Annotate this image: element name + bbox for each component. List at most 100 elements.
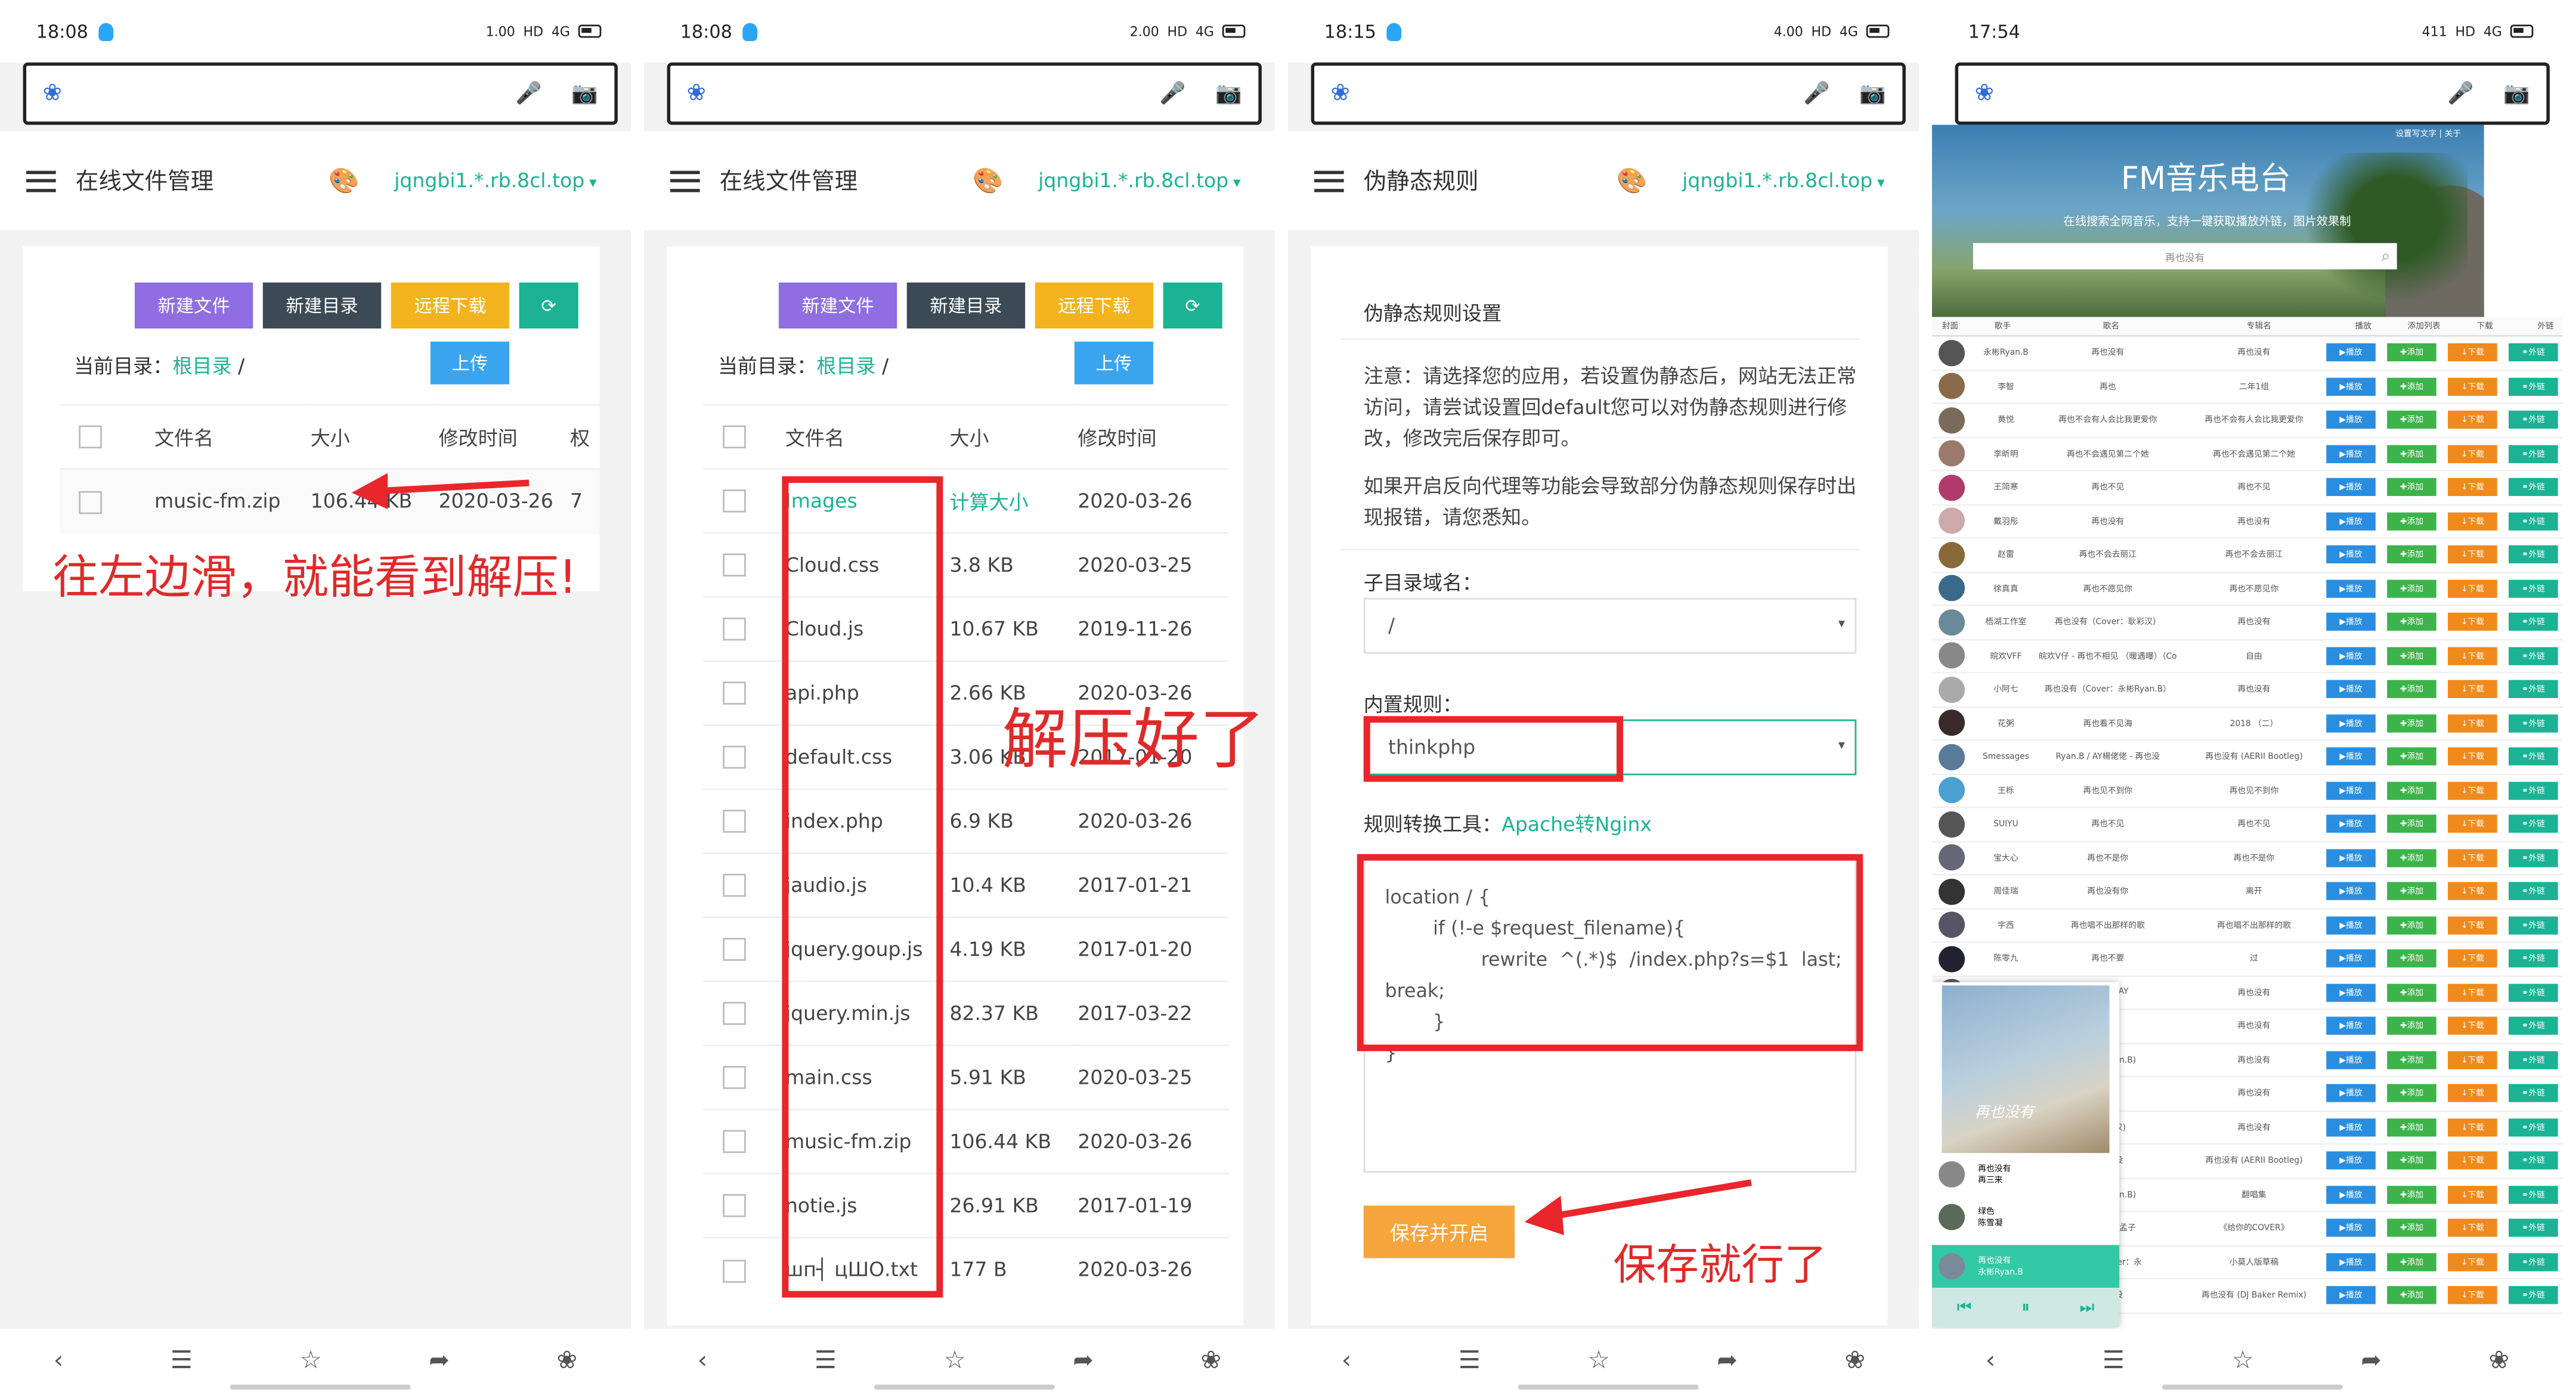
link-button[interactable]: ⚭外链 xyxy=(2509,748,2558,766)
address-bar[interactable]: ❀ 🎤 📷 xyxy=(667,62,1262,125)
mic-icon[interactable]: 🎤 xyxy=(515,81,542,106)
save-and-enable-button[interactable]: 保存并开启 xyxy=(1363,1205,1515,1258)
row-checkbox[interactable] xyxy=(723,1066,746,1090)
dl-button[interactable]: ↓下载 xyxy=(2448,1084,2497,1103)
dl-button[interactable]: ↓下载 xyxy=(2448,815,2497,833)
play-button[interactable]: ▶播放 xyxy=(2326,545,2376,564)
link-button[interactable]: ⚭外链 xyxy=(2509,950,2558,968)
dl-button[interactable]: ↓下载 xyxy=(2448,545,2497,564)
add-button[interactable]: ✚添加 xyxy=(2387,680,2436,699)
add-button[interactable]: ✚添加 xyxy=(2387,983,2436,1002)
play-button[interactable]: ▶播放 xyxy=(2326,377,2376,396)
row-checkbox[interactable] xyxy=(723,1194,746,1218)
link-button[interactable]: ⚭外链 xyxy=(2509,714,2558,733)
dl-button[interactable]: ↓下载 xyxy=(2448,512,2497,531)
dl-button[interactable]: ↓下载 xyxy=(2448,343,2497,362)
dl-button[interactable]: ↓下载 xyxy=(2448,1152,2497,1170)
song-row[interactable]: 赵雷 再也不会去丽江 再也不会去丽江 ▶播放 ✚添加 ↓下载 ⚭外链 xyxy=(1931,538,2563,573)
link-button[interactable]: ⚭外链 xyxy=(2509,1286,2558,1305)
link-button[interactable]: ⚭外链 xyxy=(2509,1017,2558,1036)
song-row[interactable]: 宝大心 再也不是你 再也不是你 ▶播放 ✚添加 ↓下载 ⚭外链 xyxy=(1931,841,2563,876)
add-button[interactable]: ✚添加 xyxy=(2387,411,2436,429)
dl-button[interactable]: ↓下载 xyxy=(2448,983,2497,1002)
dl-button[interactable]: ↓下载 xyxy=(2448,1118,2497,1136)
song-row[interactable]: 陈零九 再也不要 过 ▶播放 ✚添加 ↓下载 ⚭外链 xyxy=(1931,943,2563,976)
select-all-checkbox[interactable] xyxy=(79,426,102,449)
add-button[interactable]: ✚添加 xyxy=(2387,1286,2436,1305)
play-button[interactable]: ▶播放 xyxy=(2326,613,2376,631)
link-button[interactable]: ⚭外链 xyxy=(2509,377,2558,396)
play-button[interactable]: ▶播放 xyxy=(2326,781,2376,800)
row-checkbox[interactable] xyxy=(723,874,746,897)
root-link[interactable]: 根目录 xyxy=(816,355,875,378)
top-links[interactable]: 设置写文字 | 关于 xyxy=(2395,128,2461,140)
song-row[interactable]: 小阿七 再也没有（Cover：永彬Ryan.B） 再也没有 ▶播放 ✚添加 ↓下载 ⚭外链 xyxy=(1931,673,2563,708)
root-link[interactable]: 根目录 xyxy=(172,355,231,378)
play-button[interactable]: ▶播放 xyxy=(2326,714,2376,733)
add-button[interactable]: ✚添加 xyxy=(2387,579,2436,598)
dl-button[interactable]: ↓下载 xyxy=(2448,1219,2497,1238)
now-playing-item[interactable]: 再也没有 永彬Ryan.B xyxy=(1931,1245,2120,1288)
link-button[interactable]: ⚭外链 xyxy=(2509,1152,2558,1170)
dl-button[interactable]: ↓下载 xyxy=(2448,1286,2497,1305)
link-button[interactable]: ⚭外链 xyxy=(2509,343,2558,362)
play-button[interactable]: ▶播放 xyxy=(2326,1050,2376,1069)
new-file-button[interactable]: 新建文件 xyxy=(134,282,253,329)
remote-download-button[interactable]: 远程下载 xyxy=(1035,282,1154,329)
upload-button[interactable]: 上传 xyxy=(430,342,510,385)
song-row[interactable]: Smessages Ryan.B / AY楊佬佬 - 再也没 再也没有 (AERII… xyxy=(1931,740,2563,775)
fm-search-input[interactable]: 再也没有 ⌕ xyxy=(1973,243,2397,269)
playlist-item[interactable]: 再也没有 再三来 xyxy=(1932,1153,2119,1196)
add-button[interactable]: ✚添加 xyxy=(2387,815,2436,833)
add-button[interactable]: ✚添加 xyxy=(2387,1017,2436,1036)
dl-button[interactable]: ↓下载 xyxy=(2448,646,2497,665)
select-all-checkbox[interactable] xyxy=(723,426,746,449)
song-row[interactable]: 李昕明 再也不会遇见第二个她 再也不会遇见第二个她 ▶播放 ✚添加 ↓下载 ⚭外链 xyxy=(1931,438,2563,472)
song-row[interactable]: 黄悦 再也不会有人会比我更爱你 再也不会有人会比我更爱你 ▶播放 ✚添加 ↓下载 ⚭外链 xyxy=(1931,404,2563,438)
play-button[interactable]: ▶播放 xyxy=(2326,1084,2376,1103)
dl-button[interactable]: ↓下载 xyxy=(2448,1017,2497,1036)
song-row[interactable]: 宇西 再也唱不出那样的歌 再也唱不出那样的歌 ▶播放 ✚添加 ↓下载 ⚭外链 xyxy=(1931,909,2563,943)
song-row[interactable]: 戴羽彤 再也没有 再也没有 ▶播放 ✚添加 ↓下载 ⚭外链 xyxy=(1931,505,2563,539)
play-button[interactable]: ▶播放 xyxy=(2326,815,2376,833)
link-button[interactable]: ⚭外链 xyxy=(2509,1050,2558,1069)
add-button[interactable]: ✚添加 xyxy=(2387,377,2436,396)
domain-dropdown[interactable]: jqngbi1.*.rb.8cl.top xyxy=(394,169,596,193)
menu-icon[interactable]: ☰ xyxy=(1459,1345,1481,1375)
menu-icon[interactable] xyxy=(26,170,56,191)
mic-icon[interactable]: 🎤 xyxy=(2447,81,2474,106)
add-button[interactable]: ✚添加 xyxy=(2387,1050,2436,1069)
dl-button[interactable]: ↓下载 xyxy=(2448,1050,2497,1069)
row-checkbox[interactable] xyxy=(723,618,746,641)
camera-icon[interactable]: 📷 xyxy=(1859,81,1886,106)
back-icon[interactable]: ‹ xyxy=(1986,1345,1996,1375)
link-button[interactable]: ⚭外链 xyxy=(2509,848,2558,867)
link-button[interactable]: ⚭外链 xyxy=(2509,646,2558,665)
play-button[interactable]: ▶播放 xyxy=(2326,1017,2376,1036)
address-bar[interactable]: ❀ 🎤 📷 xyxy=(23,62,618,125)
play-button[interactable]: ▶播放 xyxy=(2326,1152,2376,1170)
play-button[interactable]: ▶播放 xyxy=(2326,848,2376,867)
address-bar[interactable]: ❀ 🎤 📷 xyxy=(1311,62,1906,125)
add-button[interactable]: ✚添加 xyxy=(2387,1253,2436,1271)
play-button[interactable]: ▶播放 xyxy=(2326,478,2376,497)
link-button[interactable]: ⚭外链 xyxy=(2509,411,2558,429)
play-button[interactable]: ▶播放 xyxy=(2326,646,2376,665)
play-button[interactable]: ▶播放 xyxy=(2326,579,2376,598)
add-button[interactable]: ✚添加 xyxy=(2387,950,2436,968)
new-dir-button[interactable]: 新建目录 xyxy=(262,282,382,329)
star-icon[interactable]: ☆ xyxy=(300,1345,322,1375)
song-row[interactable]: 永彬Ryan.B 再也没有 再也没有 ▶播放 ✚添加 ↓下载 ⚭外链 xyxy=(1931,336,2563,371)
menu-icon[interactable]: ☰ xyxy=(2103,1345,2125,1375)
refresh-button[interactable]: ⟳ xyxy=(1163,282,1222,329)
domain-dropdown[interactable]: jqngbi1.*.rb.8cl.top xyxy=(1682,169,1884,193)
play-button[interactable]: ▶播放 xyxy=(2326,444,2376,463)
row-checkbox[interactable] xyxy=(723,810,746,833)
song-row[interactable]: 李智 再也 二年1组 ▶播放 ✚添加 ↓下载 ⚭外链 xyxy=(1931,370,2563,404)
song-row[interactable]: 梧湖工作室 再也没有（Cover：耿彩汉） 再也没有 ▶播放 ✚添加 ↓下载 ⚭外链 xyxy=(1931,606,2563,640)
play-button[interactable]: ▶播放 xyxy=(2326,1253,2376,1271)
remote-download-button[interactable]: 远程下载 xyxy=(391,282,510,329)
link-button[interactable]: ⚭外链 xyxy=(2509,1219,2558,1238)
back-icon[interactable]: ‹ xyxy=(698,1345,708,1375)
share-icon[interactable]: ➦ xyxy=(2361,1345,2382,1375)
